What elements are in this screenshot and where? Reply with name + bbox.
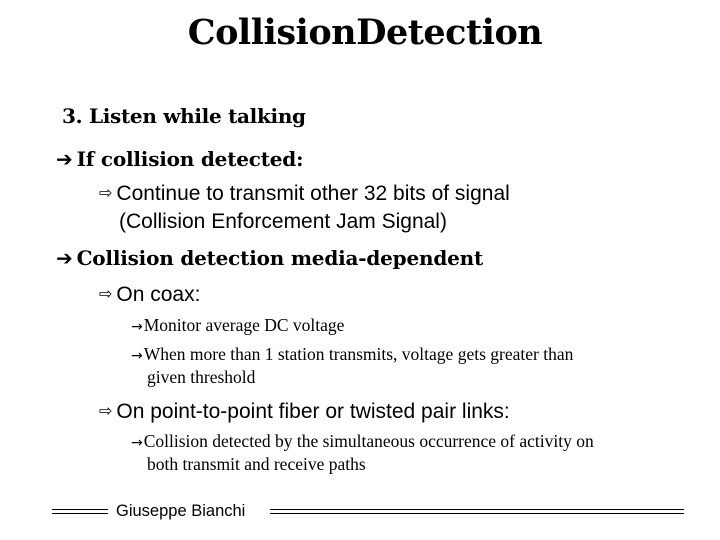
bullet-text: Monitor average DC voltage [143,315,345,335]
bullet-text: When more than 1 station transmits, volt… [143,344,574,364]
bullet-on-coax: ⇨ On coax: [99,283,200,307]
bullet-text: If collision detected: [76,147,304,171]
arrow-right-icon: → [131,319,143,335]
arrow-right-icon: → [131,435,143,451]
arrow-right-bold-icon: ➔ [56,147,73,171]
bullet-more-than-one-station: →When more than 1 station transmits, vol… [131,344,573,365]
bullet-if-collision-detected: ➔ If collision detected: [56,147,303,171]
bullet-simultaneous-activity: →Collision detected by the simultaneous … [131,431,594,452]
bullet-point-to-point: ⇨ On point-to-point fiber or twisted pair… [99,400,510,424]
arrow-right-bold-icon: ➔ [56,246,73,270]
bullet-text: On coax: [116,283,201,306]
bullet-continuation: (Collision Enforcement Jam Signal) [119,210,447,233]
bullet-text: Collision detection media-dependent [76,246,484,270]
hollow-arrow-right-icon: ⇨ [99,183,113,202]
footer-author: Giuseppe Bianchi [116,502,246,520]
hollow-arrow-right-icon: ⇨ [99,284,113,303]
hollow-arrow-right-icon: ⇨ [99,401,113,420]
bullet-text: Continue to transmit other 32 bits of si… [116,182,510,205]
bullet-monitor-dc-voltage: →Monitor average DC voltage [131,315,344,336]
footer-rule-left [52,509,108,514]
slide-title: CollisionDetection [187,12,543,53]
bullet-text: On point-to-point fiber or twisted pair … [116,400,510,423]
bullet-collision-detection-media: ➔ Collision detection media-dependent [56,246,483,270]
bullet-continuation: given threshold [147,367,256,387]
slide-subtitle: 3. Listen while talking [62,104,306,128]
bullet-continuation: both transmit and receive paths [147,454,366,474]
bullet-continue-transmit: ⇨ Continue to transmit other 32 bits of s… [99,182,510,206]
footer-rule-right [270,509,684,514]
arrow-right-icon: → [131,348,143,364]
bullet-text: Collision detected by the simultaneous o… [143,431,594,451]
